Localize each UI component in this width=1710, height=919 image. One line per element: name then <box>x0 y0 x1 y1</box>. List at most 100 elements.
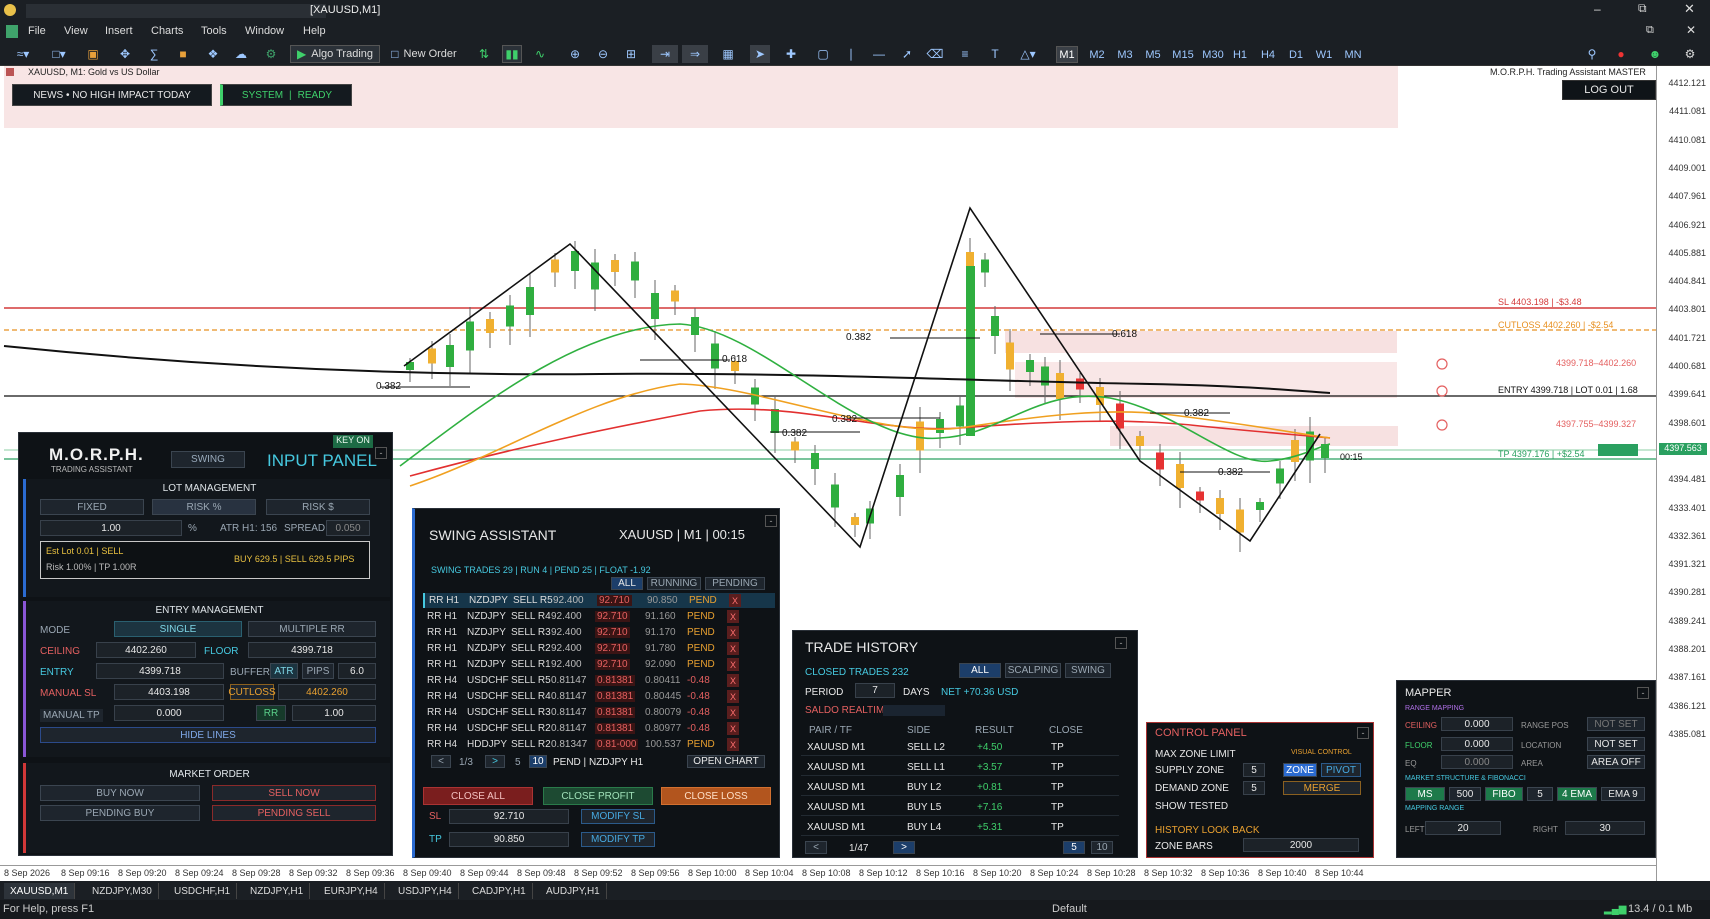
minimize-icon[interactable]: – <box>1594 2 1601 16</box>
tf-m5[interactable]: M5 <box>1142 46 1164 63</box>
crosshair-icon[interactable]: ✚ <box>782 45 800 63</box>
tab-audjpy-h1[interactable]: AUDJPY,H1 <box>540 883 607 899</box>
history-filter-swing[interactable]: SWING <box>1065 663 1111 678</box>
chart-shift-icon[interactable]: ⇥ <box>652 45 678 63</box>
history-row[interactable]: XAUUSD M1 BUY L4 +5.31 TP <box>801 819 1119 836</box>
zone-bars-input[interactable]: 2000 <box>1243 838 1359 852</box>
fibo-icon[interactable]: ≡ <box>956 45 974 63</box>
hline-icon[interactable]: — <box>870 45 888 63</box>
tf-m30[interactable]: M30 <box>1200 46 1226 63</box>
ms-button[interactable]: MS <box>1405 787 1445 801</box>
area-off-button[interactable]: AREA OFF <box>1587 755 1645 769</box>
tf-d1[interactable]: D1 <box>1286 46 1306 63</box>
one-click-icon[interactable]: ⇅ <box>474 45 494 63</box>
tab-nzdjpy-m30[interactable]: NZDJPY,M30 <box>86 883 159 899</box>
menu-file[interactable]: File <box>28 25 46 37</box>
mode-tab-swing[interactable]: SWING <box>171 451 245 468</box>
atr-button[interactable]: ATR <box>270 663 298 679</box>
restore-icon[interactable]: ⧉ <box>1638 1 1647 16</box>
menu-tools[interactable]: Tools <box>201 25 227 37</box>
bar-chart-icon[interactable]: ▮▮ <box>502 45 522 63</box>
notification-icon[interactable]: ● <box>1612 45 1630 63</box>
demand-zone-input[interactable]: 5 <box>1243 781 1265 795</box>
screenshot-icon[interactable]: ▦ <box>718 45 738 63</box>
remove-row-button[interactable]: X <box>727 722 739 735</box>
history-size-5[interactable]: 5 <box>1063 841 1085 854</box>
risk-pct-button[interactable]: RISK % <box>152 499 256 515</box>
remove-row-button[interactable]: X <box>727 642 739 655</box>
swing-row[interactable]: RR H4 HDDJPY SELL R2 0.81347 0.81-000 100.537… <box>423 737 775 752</box>
remove-row-button[interactable]: X <box>727 658 739 671</box>
multiple-rr-button[interactable]: MULTIPLE RR <box>248 621 376 637</box>
buffer-input[interactable]: 6.0 <box>338 663 376 679</box>
collapse-icon[interactable]: - <box>1357 727 1369 739</box>
restore-chart-icon[interactable]: ⧉ <box>1646 24 1654 37</box>
new-order-button[interactable]: □ New Order <box>388 45 460 63</box>
market-icon[interactable]: ■ <box>174 45 192 63</box>
collapse-icon[interactable]: - <box>765 515 777 527</box>
filter-running[interactable]: RUNNING <box>647 577 701 590</box>
remove-row-button[interactable]: X <box>729 594 741 607</box>
menu-charts[interactable]: Charts <box>151 25 183 37</box>
autoscroll-icon[interactable]: ⇒ <box>682 45 708 63</box>
cursor-icon[interactable]: ➤ <box>750 45 770 63</box>
pivot-button[interactable]: PIVOT <box>1321 763 1361 777</box>
close-chart-icon[interactable]: ✕ <box>1686 23 1696 37</box>
ceiling-input[interactable]: 4402.260 <box>96 642 196 658</box>
swing-row[interactable]: RR H1 NZDJPY SELL R4 92.400 92.710 91.160 PEND… <box>423 609 775 624</box>
rect-icon[interactable]: ▢ <box>814 45 832 63</box>
swing-prev-button[interactable]: < <box>431 755 451 768</box>
cloud-icon[interactable]: ☁ <box>232 45 250 63</box>
close-icon[interactable]: ✕ <box>1684 1 1695 17</box>
ceiling-input[interactable]: 0.000 <box>1441 717 1513 731</box>
swing-row[interactable]: RR H1 NZDJPY SELL R3 92.400 92.710 91.170 PEND… <box>423 625 775 640</box>
tab-eurjpy-h4[interactable]: EURJPY,H4 <box>318 883 385 899</box>
tab-xauusd-m1[interactable]: XAUUSD,M1 <box>4 883 76 899</box>
remove-row-button[interactable]: X <box>727 738 739 751</box>
tf-mn[interactable]: MN <box>1342 46 1364 63</box>
remove-row-button[interactable]: X <box>727 674 739 687</box>
tf-m15[interactable]: M15 <box>1170 46 1196 63</box>
ema4-button[interactable]: 4 EMA <box>1557 787 1597 801</box>
close-profit-button[interactable]: CLOSE PROFIT <box>543 787 653 805</box>
cutloss-button[interactable]: CUTLOSS <box>228 684 276 700</box>
text-icon[interactable]: T <box>986 45 1004 63</box>
manual-sl-input[interactable]: 4403.198 <box>114 684 224 700</box>
collapse-icon[interactable]: - <box>375 447 387 459</box>
floor-input[interactable]: 4399.718 <box>248 642 376 658</box>
filter-all[interactable]: ALL <box>611 577 643 590</box>
profile-icon[interactable]: ▣ <box>84 45 102 63</box>
remove-row-button[interactable]: X <box>727 706 739 719</box>
tab-usdchf-h1[interactable]: USDCHF,H1 <box>168 883 238 899</box>
history-row[interactable]: XAUUSD M1 BUY L2 +0.81 TP <box>801 779 1119 796</box>
tile-icon[interactable]: ⊞ <box>622 45 640 63</box>
swing-size-5[interactable]: 5 <box>515 757 521 768</box>
modify-tp-button[interactable]: MODIFY TP <box>581 832 655 847</box>
entry-input[interactable]: 4399.718 <box>96 663 224 679</box>
collapse-icon[interactable]: - <box>1637 687 1649 699</box>
time-axis[interactable]: 8 Sep 2026 8 Sep 09:16 8 Sep 09:20 8 Sep 09… <box>0 865 1656 881</box>
supply-zone-input[interactable]: 5 <box>1243 763 1265 777</box>
pips-button[interactable]: PIPS <box>302 663 334 679</box>
tab-usdjpy-h4[interactable]: USDJPY,H4 <box>392 883 459 899</box>
show-tested-label[interactable]: SHOW TESTED <box>1155 801 1228 812</box>
remove-row-button[interactable]: X <box>727 626 739 639</box>
price-axis[interactable]: 4412.121 4411.081 4410.081 4409.001 4407.961… <box>1656 66 1710 881</box>
history-size-10[interactable]: 10 <box>1091 841 1113 854</box>
pending-sell-button[interactable]: PENDING SELL <box>212 805 376 821</box>
open-chart-button[interactable]: OPEN CHART <box>687 755 765 768</box>
vline-icon[interactable]: ∣ <box>842 45 860 63</box>
tf-m3[interactable]: M3 <box>1114 46 1136 63</box>
right-input[interactable]: 30 <box>1565 821 1645 835</box>
rr-input[interactable]: 1.00 <box>292 705 376 721</box>
ms-value[interactable]: 500 <box>1449 787 1481 801</box>
swing-row[interactable]: RR H1 NZDJPY SELL R5 92.400 92.710 90.850 PEND… <box>423 593 775 608</box>
collapse-icon[interactable]: - <box>1115 637 1127 649</box>
hide-lines-button[interactable]: HIDE LINES <box>40 727 376 743</box>
tf-h4[interactable]: H4 <box>1258 46 1278 63</box>
zoom-in-icon[interactable]: ⊕ <box>566 45 584 63</box>
logout-button[interactable]: LOG OUT <box>1562 80 1656 100</box>
tf-h1[interactable]: H1 <box>1230 46 1250 63</box>
close-loss-button[interactable]: CLOSE LOSS <box>661 787 771 805</box>
pending-buy-button[interactable]: PENDING BUY <box>40 805 200 821</box>
